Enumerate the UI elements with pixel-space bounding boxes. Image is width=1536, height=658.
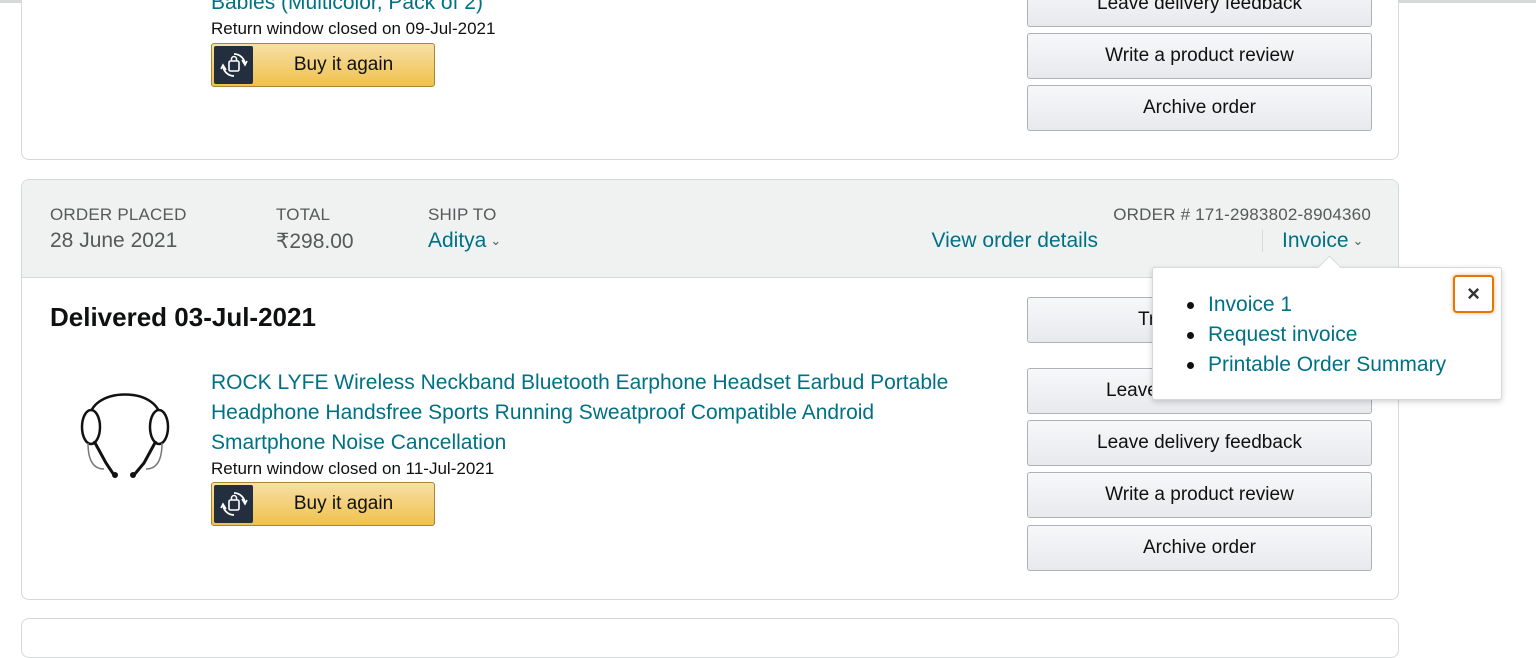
product-title-line-3[interactable]: Smartphone Noise Cancellation — [211, 428, 506, 458]
buy-again-icon — [214, 46, 253, 84]
archive-order-button[interactable]: Archive order — [1027, 525, 1372, 571]
product-title-line-1[interactable]: ROCK LYFE Wireless Neckband Bluetooth Ea… — [211, 368, 948, 398]
return-note: Return window closed on 11-Jul-2021 — [211, 459, 495, 478]
invoice-option-summary[interactable]: Printable Order Summary — [1181, 350, 1446, 380]
printable-summary-link[interactable]: Printable Order Summary — [1208, 353, 1446, 376]
previous-product-review-button[interactable]: Write a product review — [1027, 33, 1372, 79]
write-product-review-button[interactable]: Write a product review — [1027, 472, 1372, 518]
view-order-details-text[interactable]: View order details — [931, 229, 1098, 252]
total-label: TOTAL — [276, 205, 331, 224]
chevron-down-icon: ⌄ — [490, 233, 502, 248]
invoice-options: Invoice 1 Request invoice Printable Orde… — [1181, 290, 1446, 380]
headphone-icon — [80, 393, 170, 478]
invoice-link[interactable]: Invoice — [1282, 229, 1349, 252]
view-order-details-link[interactable]: View order details — [931, 229, 1098, 253]
order-placed-value: 28 June 2021 — [50, 229, 178, 252]
previous-buy-again-button[interactable]: Buy it again — [211, 43, 435, 87]
previous-delivery-feedback-button[interactable]: Leave delivery feedback — [1027, 0, 1372, 27]
ship-to-dropdown[interactable]: Aditya ⌄ — [428, 229, 501, 253]
order-placed-label: ORDER PLACED — [50, 205, 187, 224]
header-divider — [1262, 230, 1263, 252]
buy-again-label: Buy it again — [293, 493, 394, 514]
product-image[interactable] — [74, 375, 176, 479]
invoice-popover: Invoice 1 Request invoice Printable Orde… — [1152, 255, 1502, 400]
previous-return-note: Return window closed on 09-Jul-2021 — [211, 19, 496, 38]
invoice-1-link[interactable]: Invoice 1 — [1208, 293, 1292, 316]
invoice-dropdown[interactable]: Invoice ⌄ — [1282, 229, 1363, 253]
leave-delivery-feedback-button[interactable]: Leave delivery feedback — [1027, 420, 1372, 466]
order-header: ORDER PLACED 28 June 2021 TOTAL ₹298.00 … — [22, 180, 1398, 278]
delivery-status: Delivered 03-Jul-2021 — [50, 302, 316, 332]
total-value: ₹298.00 — [276, 230, 354, 253]
buy-again-button[interactable]: Buy it again — [211, 482, 435, 526]
order-number: ORDER # 171-2983802-8904360 — [1113, 205, 1371, 224]
request-invoice-link[interactable]: Request invoice — [1208, 323, 1357, 346]
invoice-option-request[interactable]: Request invoice — [1181, 320, 1446, 350]
chevron-down-icon: ⌄ — [1352, 233, 1364, 248]
close-icon[interactable]: × — [1453, 275, 1494, 313]
invoice-option-invoice-1[interactable]: Invoice 1 — [1181, 290, 1446, 320]
ship-to-name[interactable]: Aditya — [428, 229, 486, 252]
product-title-line-2[interactable]: Headphone Handsfree Sports Running Sweat… — [211, 398, 874, 428]
buy-again-label: Buy it again — [293, 54, 394, 75]
next-order-card — [21, 618, 1399, 658]
previous-archive-order-button[interactable]: Archive order — [1027, 85, 1372, 131]
ship-to-label: SHIP TO — [428, 205, 497, 224]
buy-again-icon — [214, 485, 253, 523]
previous-product-title[interactable]: Babies (Multicolor, Pack of 2) — [211, 0, 483, 18]
